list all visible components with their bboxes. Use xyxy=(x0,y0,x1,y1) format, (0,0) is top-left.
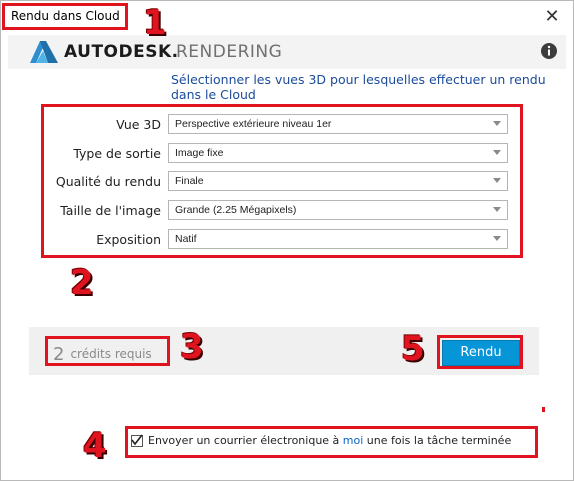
email-text-after: une fois la tâche terminée xyxy=(363,434,512,447)
select-value: Perspective extérieure niveau 1er xyxy=(175,118,332,130)
render-cloud-dialog: Rendu dans Cloud ✕ AUTODESK. RENDERING S… xyxy=(0,0,574,481)
credits-count: 2 xyxy=(53,344,65,365)
chevron-down-icon xyxy=(493,178,501,183)
annotation-number-5: 5 xyxy=(401,329,425,369)
credits-required: 2 crédits requis xyxy=(53,344,152,365)
annotation-number-2: 2 xyxy=(70,263,94,303)
select-type-sortie[interactable]: Image fixe xyxy=(168,143,508,163)
select-value: Finale xyxy=(175,175,204,187)
info-icon[interactable] xyxy=(540,42,558,60)
select-value: Natif xyxy=(175,233,197,245)
instruction-text: Sélectionner les vues 3D pour lesquelles… xyxy=(171,72,546,102)
annotation-number-1: 1 xyxy=(143,3,167,43)
label-qualite-rendu: Qualité du rendu xyxy=(55,174,161,189)
header-banner: AUTODESK. RENDERING xyxy=(8,35,566,69)
checkmark-icon xyxy=(131,434,143,446)
brand-name: AUTODESK. xyxy=(64,42,179,62)
annotation-dot xyxy=(542,407,545,412)
label-vue-3d: Vue 3D xyxy=(116,117,161,132)
chevron-down-icon xyxy=(493,207,501,212)
select-qualite-rendu[interactable]: Finale xyxy=(168,171,508,191)
select-value: Grande (2.25 Mégapixels) xyxy=(175,204,297,216)
render-button[interactable]: Rendu xyxy=(442,340,520,366)
credits-label: crédits requis xyxy=(70,347,152,361)
select-vue-3d[interactable]: Perspective extérieure niveau 1er xyxy=(168,114,508,134)
email-label: Envoyer un courrier électronique à moi u… xyxy=(148,434,511,447)
close-icon: ✕ xyxy=(544,6,560,27)
email-me-link[interactable]: moi xyxy=(343,434,364,447)
product-name: RENDERING xyxy=(176,42,283,62)
label-type-sortie: Type de sortie xyxy=(73,146,161,161)
close-button[interactable]: ✕ xyxy=(541,6,563,28)
select-value: Image fixe xyxy=(175,147,224,159)
chevron-down-icon xyxy=(493,150,501,155)
email-checkbox[interactable] xyxy=(131,434,143,447)
email-text-before: Envoyer un courrier électronique à xyxy=(148,434,343,447)
annotation-number-3: 3 xyxy=(180,327,204,367)
label-taille-image: Taille de l'image xyxy=(60,203,161,218)
autodesk-logo-icon xyxy=(30,41,58,63)
title-bar: Rendu dans Cloud ✕ xyxy=(1,1,573,31)
window-title: Rendu dans Cloud xyxy=(11,9,120,23)
select-taille-image[interactable]: Grande (2.25 Mégapixels) xyxy=(168,200,508,220)
select-exposition[interactable]: Natif xyxy=(168,229,508,249)
annotation-number-4: 4 xyxy=(83,426,107,466)
chevron-down-icon xyxy=(493,121,501,126)
label-exposition: Exposition xyxy=(96,232,161,247)
chevron-down-icon xyxy=(493,236,501,241)
